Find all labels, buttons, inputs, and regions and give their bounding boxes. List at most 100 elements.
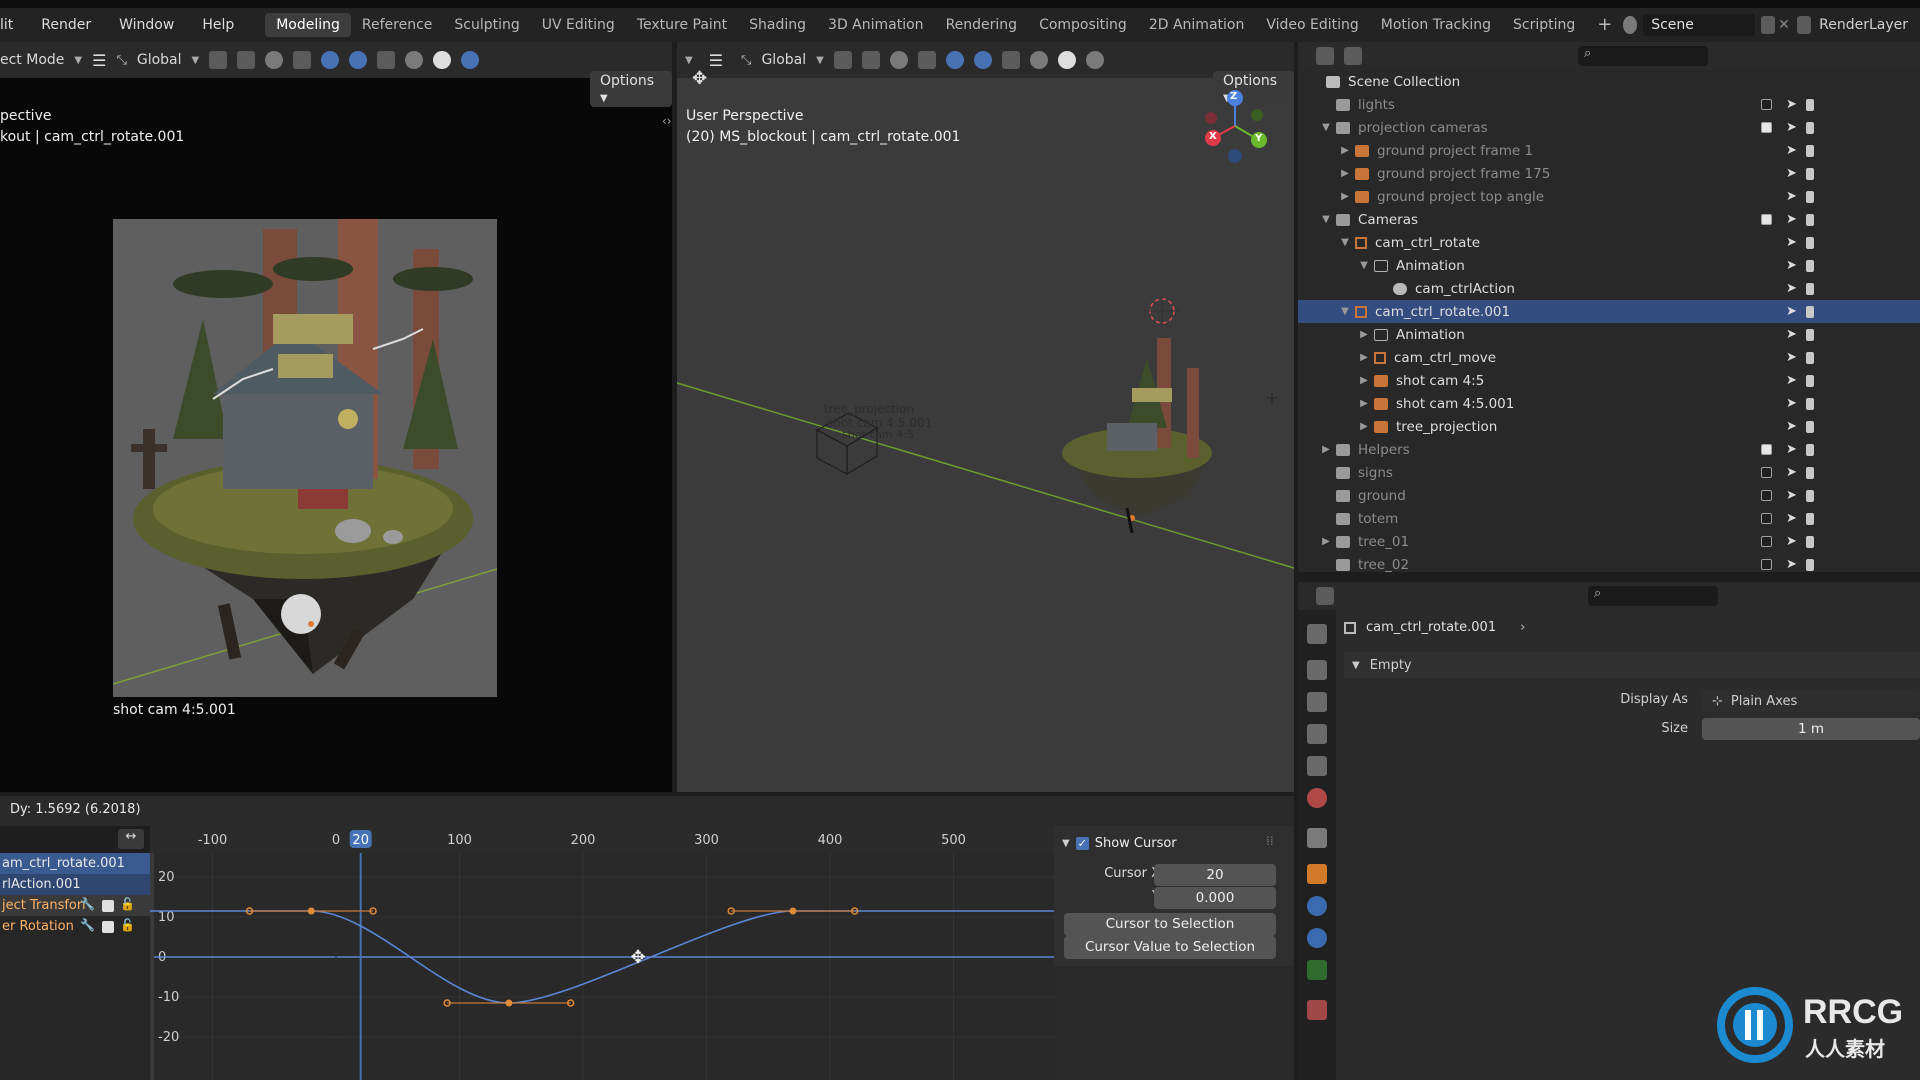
- tab-uv-editing[interactable]: UV Editing: [531, 13, 626, 37]
- cursor-x-field[interactable]: 20: [1154, 864, 1276, 886]
- wireframe-shading-icon[interactable]: [405, 51, 424, 69]
- proportional-edit-icon[interactable]: [265, 51, 284, 69]
- tab-compositing[interactable]: Compositing: [1028, 13, 1138, 37]
- expand-right-icon[interactable]: ▶: [1358, 352, 1370, 363]
- channel-object[interactable]: am_ctrl_rotate.001: [0, 853, 150, 874]
- outliner-row[interactable]: cam_ctrlAction ➤: [1298, 277, 1920, 300]
- selectable-arrow-icon[interactable]: ➤: [1786, 304, 1797, 319]
- show-cursor-toggle[interactable]: ▼ ✓ Show Cursor: [1062, 836, 1177, 851]
- outliner-row[interactable]: ▶ cam_ctrl_move ➤: [1298, 346, 1920, 369]
- tab-rendering[interactable]: Rendering: [935, 13, 1029, 37]
- visibility-icon[interactable]: [1806, 167, 1814, 180]
- gizmo-icon[interactable]: [945, 51, 964, 69]
- overlay-icon[interactable]: [349, 51, 368, 69]
- solid-shading-icon[interactable]: [1057, 51, 1076, 69]
- channel-action[interactable]: rlAction.001: [0, 874, 150, 895]
- options-dropdown[interactable]: Options ▼: [590, 71, 672, 107]
- exclude-checkbox[interactable]: [1761, 214, 1772, 225]
- selectable-arrow-icon[interactable]: ➤: [1786, 327, 1797, 342]
- size-field[interactable]: 1 m: [1702, 718, 1920, 740]
- view-layer-tab-icon[interactable]: [1307, 724, 1327, 744]
- expand-down-icon[interactable]: ▼: [1339, 237, 1351, 248]
- outliner-row[interactable]: ▶ Helpers ➤: [1298, 438, 1920, 461]
- lock-icon[interactable]: 🔓: [120, 897, 135, 911]
- selectable-arrow-icon[interactable]: ➤: [1786, 373, 1797, 388]
- menu-hamburger-icon[interactable]: ☰: [709, 51, 723, 70]
- visibility-icon[interactable]: [1806, 121, 1814, 134]
- outliner-search-input[interactable]: ⌕: [1578, 46, 1708, 66]
- collection-tab-icon[interactable]: [1307, 828, 1327, 848]
- channel-search-bar[interactable]: ↔: [0, 826, 150, 853]
- outliner-row[interactable]: ▶ shot cam 4:5.001 ➤: [1298, 392, 1920, 415]
- visibility-icon[interactable]: [1806, 374, 1814, 387]
- selectable-arrow-icon[interactable]: ➤: [1786, 350, 1797, 365]
- expand-right-icon[interactable]: ▶: [1339, 168, 1351, 179]
- scene-icon[interactable]: [1623, 16, 1638, 34]
- selectable-arrow-icon[interactable]: ➤: [1786, 534, 1797, 549]
- modifiers-tab-icon[interactable]: [1307, 896, 1327, 916]
- tab-scripting[interactable]: Scripting: [1502, 13, 1586, 37]
- exclude-checkbox[interactable]: [1761, 444, 1772, 455]
- outliner-row[interactable]: ▶ ground project frame 1 ➤: [1298, 139, 1920, 162]
- properties-search-input[interactable]: ⌕: [1588, 586, 1718, 606]
- visibility-icon[interactable]: [917, 51, 936, 69]
- visibility-icon[interactable]: [1806, 397, 1814, 410]
- object-tab-icon[interactable]: [1307, 864, 1327, 884]
- outliner-row[interactable]: ▶ tree_01 ➤: [1298, 530, 1920, 553]
- close-scene-icon[interactable]: ✕: [1775, 17, 1794, 33]
- menu-render[interactable]: Render: [27, 17, 105, 33]
- menu-hamburger-icon[interactable]: ☰: [92, 51, 106, 70]
- expand-right-icon[interactable]: ▶: [1358, 421, 1370, 432]
- object-mode-dropdown[interactable]: ect Mode: [0, 52, 64, 68]
- exclude-checkbox[interactable]: [1761, 99, 1772, 110]
- view-layer-icon[interactable]: [1797, 16, 1812, 34]
- outliner-row[interactable]: ▶ shot cam 4:5 ➤: [1298, 369, 1920, 392]
- texture-tab-icon[interactable]: [1307, 1000, 1327, 1020]
- visibility-icon[interactable]: [1806, 420, 1814, 433]
- material-shading-icon[interactable]: [1085, 51, 1104, 69]
- selectable-arrow-icon[interactable]: ➤: [1786, 189, 1797, 204]
- orientation-dropdown[interactable]: Global: [137, 52, 182, 68]
- xray-icon[interactable]: [377, 51, 396, 69]
- graph-canvas[interactable]: -100010020030040050020100-10-2020✥: [150, 826, 1054, 1080]
- cursor-to-selection-button[interactable]: Cursor to Selection: [1064, 913, 1276, 936]
- menu-edit[interactable]: lit: [0, 17, 27, 33]
- outliner-row[interactable]: ▼ cam_ctrl_rotate ➤: [1298, 231, 1920, 254]
- expand-down-icon[interactable]: ▼: [1320, 214, 1332, 225]
- visibility-icon[interactable]: [1806, 282, 1814, 295]
- outliner-row[interactable]: ▶ Animation ➤: [1298, 323, 1920, 346]
- gizmo-icon[interactable]: [321, 51, 340, 69]
- selectable-arrow-icon[interactable]: ➤: [1786, 281, 1797, 296]
- navigation-gizmo[interactable]: Z Y X: [1197, 88, 1277, 168]
- wrench-icon[interactable]: 🔧: [80, 897, 95, 911]
- tab-3d-animation[interactable]: 3D Animation: [817, 13, 935, 37]
- visibility-icon[interactable]: [1806, 558, 1814, 571]
- object-name-breadcrumb[interactable]: cam_ctrl_rotate.001 ›: [1344, 620, 1525, 635]
- exclude-checkbox[interactable]: [1761, 490, 1772, 501]
- expand-right-icon[interactable]: ▶: [1320, 444, 1332, 455]
- pivot-icon[interactable]: [209, 51, 228, 69]
- visibility-icon[interactable]: [1806, 489, 1814, 502]
- visibility-icon[interactable]: [1806, 98, 1814, 111]
- editor-type-icon[interactable]: [1316, 587, 1334, 605]
- outliner-row[interactable]: ▼ projection cameras ➤: [1298, 116, 1920, 139]
- visibility-icon[interactable]: [1806, 328, 1814, 341]
- swap-icon[interactable]: ↔: [118, 829, 144, 849]
- outliner-row[interactable]: tree_02 ➤: [1298, 553, 1920, 576]
- outliner-row[interactable]: ▼ Animation ➤: [1298, 254, 1920, 277]
- visibility-icon[interactable]: [1806, 535, 1814, 548]
- outliner-row[interactable]: signs ➤: [1298, 461, 1920, 484]
- exclude-checkbox[interactable]: [1761, 559, 1772, 570]
- new-scene-icon[interactable]: [1760, 16, 1775, 34]
- cursor-y-field[interactable]: 0.000: [1154, 887, 1276, 909]
- exclude-checkbox[interactable]: [1761, 536, 1772, 547]
- expand-down-icon[interactable]: ▼: [1358, 260, 1370, 271]
- cursor-value-to-selection-button[interactable]: Cursor Value to Selection: [1064, 936, 1276, 959]
- collapse-arrow-icon[interactable]: ‹›: [662, 114, 672, 128]
- outliner-row[interactable]: ▶ ground project top angle ➤: [1298, 185, 1920, 208]
- world-tab-icon[interactable]: [1307, 788, 1327, 808]
- expand-down-icon[interactable]: ▼: [1339, 306, 1351, 317]
- add-workspace-button[interactable]: +: [1586, 13, 1623, 37]
- selectable-arrow-icon[interactable]: ➤: [1786, 396, 1797, 411]
- visibility-icon[interactable]: [1806, 443, 1814, 456]
